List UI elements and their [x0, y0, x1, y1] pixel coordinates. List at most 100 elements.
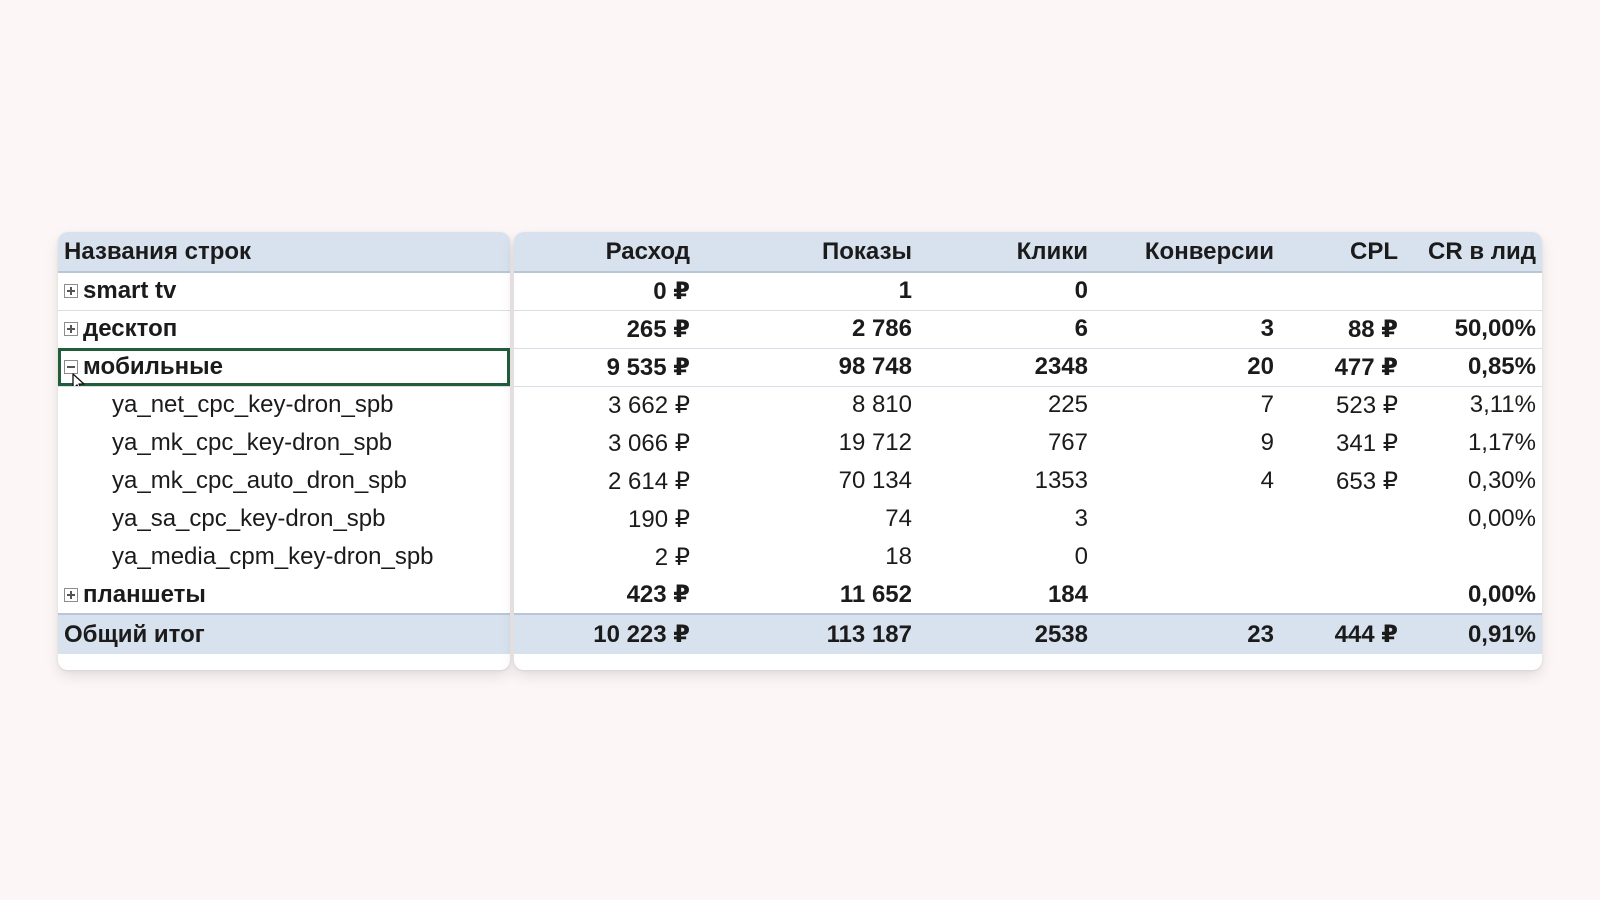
cell-cpl[interactable]: 477 ₽ [1280, 348, 1404, 387]
values-row-campaign[interactable]: 2 ₽ 18 0 [514, 538, 1542, 576]
header-spend[interactable]: Расход [514, 232, 696, 273]
cell-impressions[interactable]: 18 [696, 538, 918, 576]
cell-impressions[interactable]: 70 134 [696, 462, 918, 500]
header-clicks[interactable]: Клики [918, 232, 1094, 273]
total-cpl[interactable]: 444 ₽ [1280, 613, 1404, 654]
values-row-mobile[interactable]: 9 535 ₽ 98 748 2348 20 477 ₽ 0,85% [514, 348, 1542, 387]
cell-conversions[interactable]: 7 [1094, 386, 1280, 424]
cell-cpl[interactable]: 523 ₽ [1280, 386, 1404, 424]
row-label: десктоп [83, 315, 178, 342]
cell-conversions[interactable] [1094, 538, 1280, 576]
cell-clicks[interactable]: 0 [918, 538, 1094, 576]
cell-spend[interactable]: 3 066 ₽ [514, 424, 696, 462]
cell-spend[interactable]: 9 535 ₽ [514, 348, 696, 387]
cell-impressions[interactable]: 2 786 [696, 310, 918, 349]
cell-clicks[interactable]: 3 [918, 500, 1094, 538]
plus-box-icon[interactable] [64, 322, 78, 336]
cell-cr[interactable]: 0,00% [1404, 500, 1542, 538]
cell-spend[interactable]: 265 ₽ [514, 310, 696, 349]
cell-conversions[interactable]: 20 [1094, 348, 1280, 387]
cell-cr[interactable]: 0,00% [1404, 576, 1542, 615]
header-cpl[interactable]: CPL [1280, 232, 1404, 273]
row-label-cell[interactable]: smart tv [58, 272, 510, 311]
cell-conversions[interactable] [1094, 576, 1280, 615]
cell-cpl[interactable] [1280, 576, 1404, 615]
row-campaign[interactable]: ya_sa_cpc_key-dron_spb [58, 500, 510, 538]
cell-spend[interactable]: 3 662 ₽ [514, 386, 696, 424]
row-desktop[interactable]: десктоп [58, 310, 510, 349]
row-label-cell[interactable]: десктоп [58, 310, 510, 349]
total-clicks[interactable]: 2538 [918, 613, 1094, 654]
cell-clicks[interactable]: 767 [918, 424, 1094, 462]
cell-cpl[interactable]: 341 ₽ [1280, 424, 1404, 462]
cell-cr[interactable]: 50,00% [1404, 310, 1542, 349]
header-conversions[interactable]: Конверсии [1094, 232, 1280, 273]
cell-impressions[interactable]: 8 810 [696, 386, 918, 424]
cell-cpl[interactable]: 88 ₽ [1280, 310, 1404, 349]
cell-spend[interactable]: 423 ₽ [514, 576, 696, 615]
values-row-campaign[interactable]: 190 ₽ 74 3 0,00% [514, 500, 1542, 538]
row-label-cell-selected[interactable]: мобильные [58, 348, 510, 387]
cell-clicks[interactable]: 184 [918, 576, 1094, 615]
row-label[interactable]: ya_net_cpc_key-dron_spb [58, 386, 510, 424]
row-campaign[interactable]: ya_media_cpm_key-dron_spb [58, 538, 510, 576]
total-cr[interactable]: 0,91% [1404, 613, 1542, 654]
cell-impressions[interactable]: 1 [696, 272, 918, 311]
cell-cr[interactable]: 3,11% [1404, 386, 1542, 424]
cell-cr[interactable] [1404, 538, 1542, 576]
values-row-smart-tv[interactable]: 0 ₽ 1 0 [514, 272, 1542, 311]
row-label-cell[interactable]: планшеты [58, 576, 510, 615]
cell-clicks[interactable]: 6 [918, 310, 1094, 349]
cell-impressions[interactable]: 74 [696, 500, 918, 538]
total-impressions[interactable]: 113 187 [696, 613, 918, 654]
cell-cr[interactable]: 1,17% [1404, 424, 1542, 462]
cell-conversions[interactable] [1094, 272, 1280, 311]
values-row-tablets[interactable]: 423 ₽ 11 652 184 0,00% [514, 576, 1542, 615]
cell-spend[interactable]: 190 ₽ [514, 500, 696, 538]
plus-box-icon[interactable] [64, 284, 78, 299]
cell-clicks[interactable]: 1353 [918, 462, 1094, 500]
header-impressions[interactable]: Показы [696, 232, 918, 273]
cell-impressions[interactable]: 98 748 [696, 348, 918, 387]
row-campaign[interactable]: ya_mk_cpc_auto_dron_spb [58, 462, 510, 500]
header-cr[interactable]: CR в лид [1404, 232, 1542, 273]
row-label[interactable]: ya_mk_cpc_auto_dron_spb [58, 462, 510, 500]
header-row-names[interactable]: Названия строк [58, 232, 510, 273]
total-label[interactable]: Общий итог [58, 613, 510, 654]
total-spend[interactable]: 10 223 ₽ [514, 613, 696, 654]
cell-clicks[interactable]: 225 [918, 386, 1094, 424]
cell-cr[interactable]: 0,30% [1404, 462, 1542, 500]
cell-conversions[interactable]: 3 [1094, 310, 1280, 349]
cell-clicks[interactable]: 2348 [918, 348, 1094, 387]
cell-spend[interactable]: 2 614 ₽ [514, 462, 696, 500]
plus-box-icon[interactable] [64, 587, 78, 602]
cell-conversions[interactable] [1094, 500, 1280, 538]
total-conversions[interactable]: 23 [1094, 613, 1280, 654]
cell-cpl[interactable]: 653 ₽ [1280, 462, 1404, 500]
cell-impressions[interactable]: 19 712 [696, 424, 918, 462]
cell-clicks[interactable]: 0 [918, 272, 1094, 311]
cell-conversions[interactable]: 4 [1094, 462, 1280, 500]
row-mobile[interactable]: мобильные [58, 348, 510, 387]
cell-impressions[interactable]: 11 652 [696, 576, 918, 615]
row-smart-tv[interactable]: smart tv [58, 272, 510, 311]
row-label[interactable]: ya_media_cpm_key-dron_spb [58, 538, 510, 576]
cell-cpl[interactable] [1280, 538, 1404, 576]
row-tablets[interactable]: планшеты [58, 576, 510, 615]
row-campaign[interactable]: ya_net_cpc_key-dron_spb [58, 386, 510, 424]
cell-cpl[interactable] [1280, 272, 1404, 311]
cell-spend[interactable]: 2 ₽ [514, 538, 696, 576]
cell-cr[interactable]: 0,85% [1404, 348, 1542, 387]
cell-cpl[interactable] [1280, 500, 1404, 538]
values-total-row: 10 223 ₽ 113 187 2538 23 444 ₽ 0,91% [514, 613, 1542, 654]
values-row-campaign[interactable]: 2 614 ₽ 70 134 1353 4 653 ₽ 0,30% [514, 462, 1542, 500]
values-row-campaign[interactable]: 3 662 ₽ 8 810 225 7 523 ₽ 3,11% [514, 386, 1542, 424]
values-row-campaign[interactable]: 3 066 ₽ 19 712 767 9 341 ₽ 1,17% [514, 424, 1542, 462]
cell-cr[interactable] [1404, 272, 1542, 311]
row-label[interactable]: ya_mk_cpc_key-dron_spb [58, 424, 510, 462]
values-row-desktop[interactable]: 265 ₽ 2 786 6 3 88 ₽ 50,00% [514, 310, 1542, 349]
row-label[interactable]: ya_sa_cpc_key-dron_spb [58, 500, 510, 538]
row-campaign[interactable]: ya_mk_cpc_key-dron_spb [58, 424, 510, 462]
cell-conversions[interactable]: 9 [1094, 424, 1280, 462]
cell-spend[interactable]: 0 ₽ [514, 272, 696, 311]
